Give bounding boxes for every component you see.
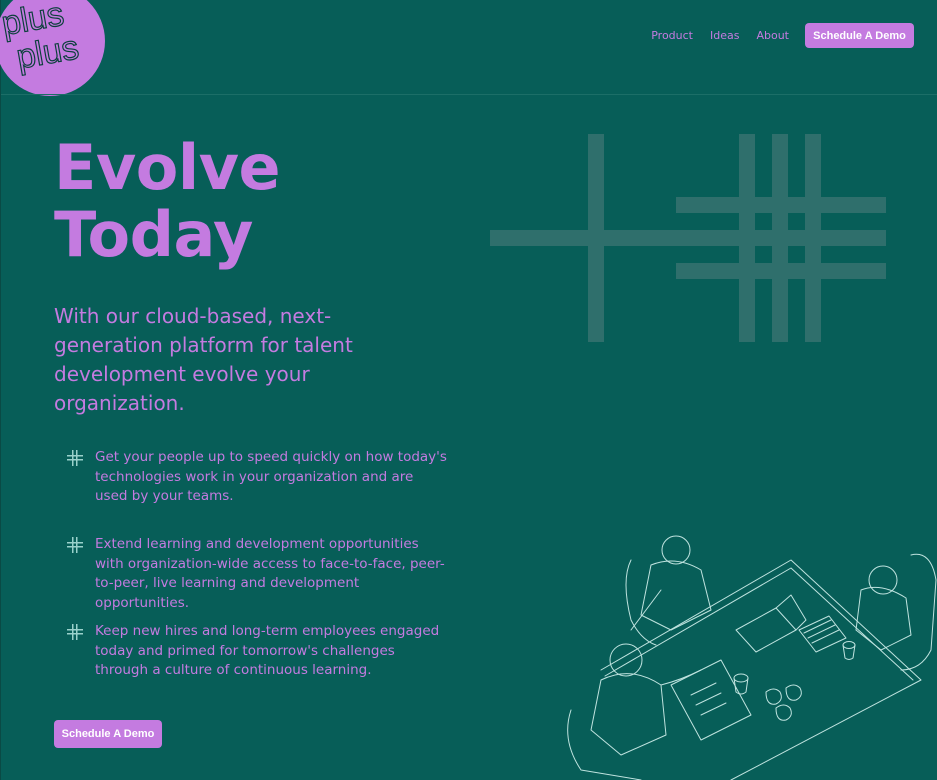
hero-title: Evolve Today xyxy=(54,131,281,271)
feature-text: Extend learning and development opportun… xyxy=(95,536,445,611)
hero-subtitle: With our cloud-based, next-generation pl… xyxy=(54,304,353,415)
plus-grid-icon xyxy=(67,537,83,553)
schedule-demo-button[interactable]: Schedule A Demo xyxy=(54,720,162,748)
hero-title-line1: Evolve xyxy=(54,131,281,204)
plus-grid-icon xyxy=(67,624,83,640)
nav-about-link[interactable]: About xyxy=(756,29,789,42)
feature-item: Keep new hires and long-term employees e… xyxy=(67,622,447,709)
nav-product-link[interactable]: Product xyxy=(651,29,693,42)
team-meeting-illustration xyxy=(567,535,937,780)
brand-logo[interactable]: plus plus xyxy=(0,0,105,96)
top-nav: Product Ideas About Schedule A Demo xyxy=(651,23,914,48)
plus-plus-logo-icon: plus plus xyxy=(0,0,82,77)
plus-grid-icon xyxy=(67,450,83,466)
hero-title-line2: Today xyxy=(54,198,253,271)
decorative-plus-pattern-icon xyxy=(490,134,886,342)
feature-text: Get your people up to speed quickly on h… xyxy=(95,449,447,504)
feature-item: Extend learning and development opportun… xyxy=(67,535,447,622)
feature-item: Get your people up to speed quickly on h… xyxy=(67,448,447,535)
feature-text: Keep new hires and long-term employees e… xyxy=(95,623,440,678)
nav-schedule-demo-button[interactable]: Schedule A Demo xyxy=(805,23,914,48)
header-divider xyxy=(1,94,937,95)
nav-ideas-link[interactable]: Ideas xyxy=(710,29,739,42)
feature-list: Get your people up to speed quickly on h… xyxy=(67,448,447,709)
